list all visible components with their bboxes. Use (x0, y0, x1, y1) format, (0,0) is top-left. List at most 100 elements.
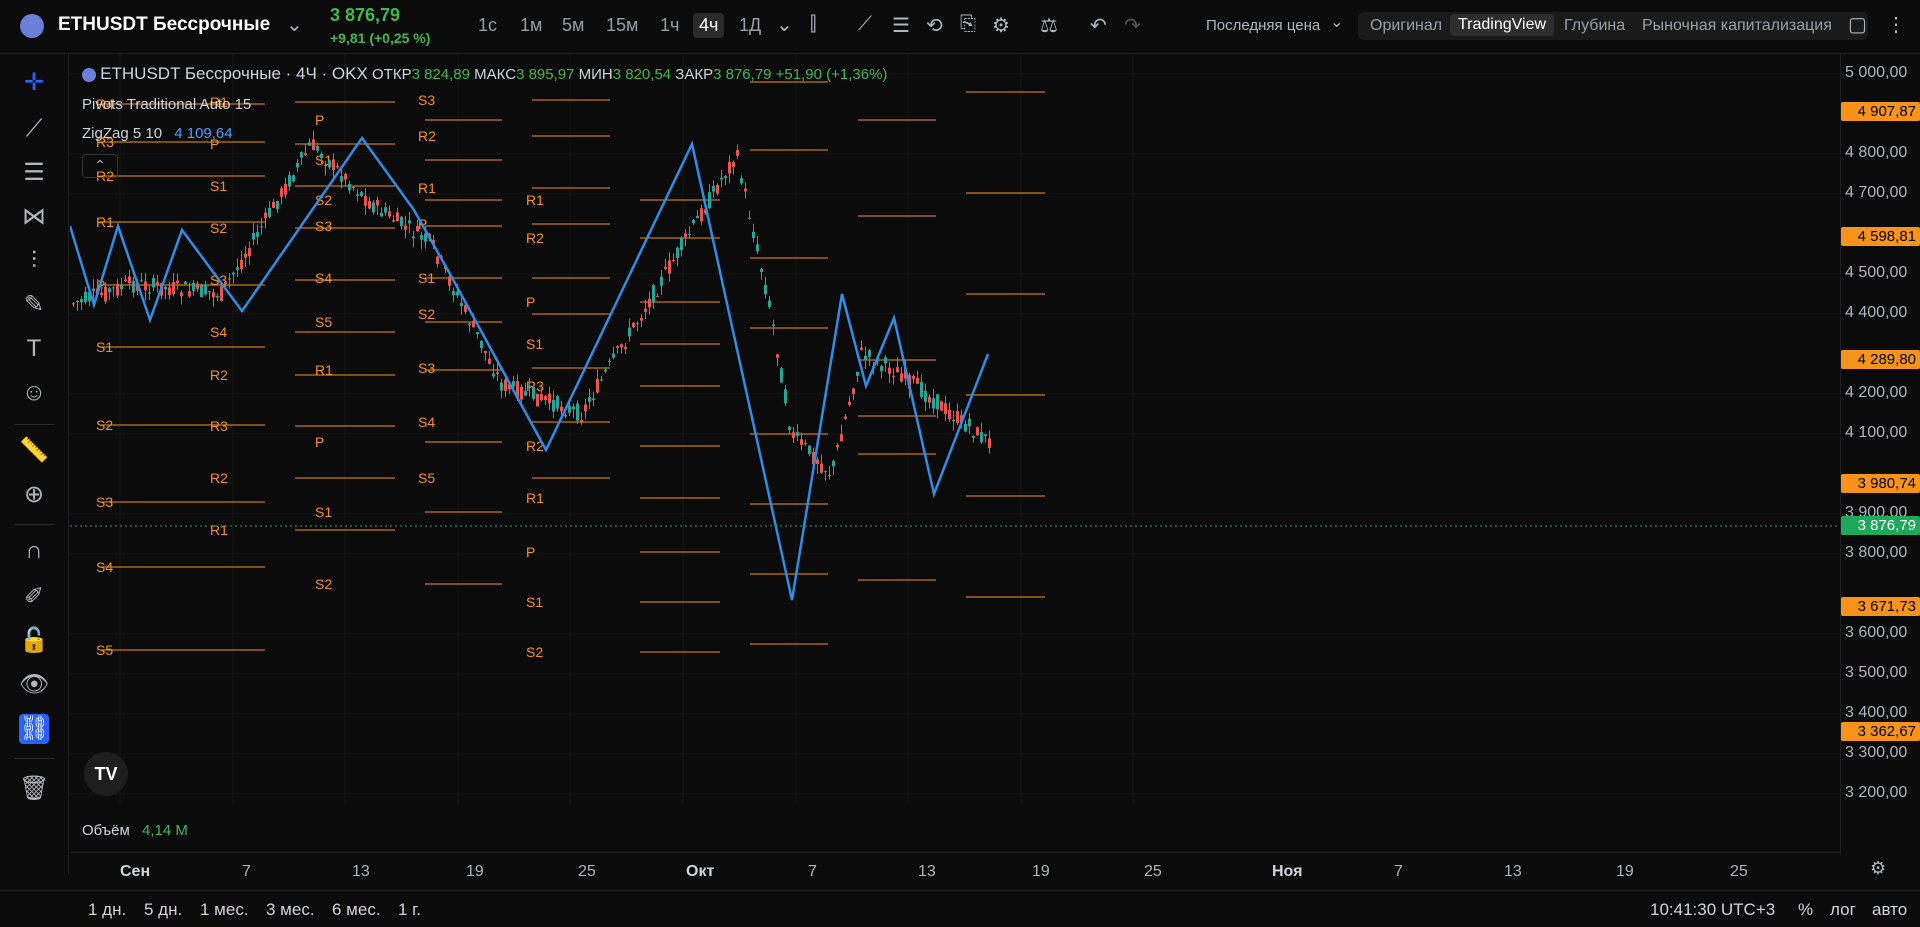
replay-icon[interactable]: ⟲ (926, 13, 943, 38)
candle-body (912, 375, 915, 379)
high-label: МАКС (474, 66, 517, 83)
range-1m[interactable]: 1 мес. (200, 900, 249, 920)
trash-icon[interactable]: 🗑 (19, 774, 49, 804)
candle-body (680, 238, 683, 251)
log-toggle[interactable]: лог (1830, 900, 1856, 920)
more-icon[interactable]: ⋮ (1886, 12, 1906, 37)
view-original[interactable]: Оригинал (1370, 17, 1442, 35)
chevron-down-icon[interactable]: ⌄ (776, 12, 793, 37)
candle-body (596, 379, 599, 393)
pivot-level-label: R1 (315, 362, 333, 378)
candle-body (844, 416, 847, 419)
candle-body (836, 445, 839, 448)
fib-icon[interactable]: ☰ (19, 158, 49, 188)
candle-body (396, 212, 399, 222)
candle-body (892, 376, 895, 378)
price-type-select[interactable]: Последняя цена (1206, 17, 1320, 34)
candle-body (564, 415, 567, 417)
time-label: Сен (120, 863, 151, 880)
edit-lock-icon[interactable]: ✐ (19, 582, 49, 612)
tf-1m[interactable]: 1м (514, 13, 548, 38)
candle-body (952, 419, 955, 422)
pivots-legend[interactable]: Pivots Traditional Auto 15 (82, 96, 251, 113)
settings-icon[interactable]: ⚙ (1870, 858, 1886, 879)
tf-4h[interactable]: 4ч (693, 13, 725, 38)
percent-toggle[interactable]: % (1798, 900, 1813, 920)
pattern-icon[interactable]: ⋈ (19, 202, 49, 232)
tf-15m[interactable]: 15м (600, 13, 644, 38)
candle-body (968, 418, 971, 427)
magnet-icon[interactable]: ∩ (19, 536, 49, 566)
chevron-down-icon[interactable]: ⌄ (1330, 12, 1343, 32)
candle-body (292, 175, 295, 182)
candle-body (720, 177, 723, 180)
eye-icon[interactable]: 👁 (19, 670, 49, 700)
last-price-badge: 3 876,79 (1841, 516, 1920, 535)
pivot-level-label: R3 (210, 418, 228, 434)
volume-legend[interactable]: Объём 4,14 M (82, 822, 188, 839)
range-1y[interactable]: 1 г. (398, 900, 421, 920)
clock[interactable]: 10:41:30 UTC+3 (1650, 900, 1775, 920)
candle-body (368, 201, 371, 209)
candle-body (336, 165, 339, 168)
candle-body (568, 405, 571, 413)
scale-icon[interactable]: ⚖ (1040, 13, 1058, 38)
ruler-icon[interactable]: 📏 (19, 436, 49, 466)
candle-body (932, 398, 935, 409)
candle-body (544, 396, 547, 401)
collapse-legend-button[interactable]: ⌃ (82, 154, 118, 178)
candle-body (616, 346, 619, 348)
tf-1s[interactable]: 1с (472, 13, 503, 38)
range-1d[interactable]: 1 дн. (88, 900, 126, 920)
lock-icon[interactable]: 🔓 (19, 626, 49, 656)
view-tradingview[interactable]: TradingView (1450, 14, 1555, 36)
candle-body (384, 207, 387, 213)
candle-body (580, 419, 583, 423)
candle-body (956, 411, 959, 423)
link-icon[interactable]: ⛓ (19, 714, 49, 744)
crosshair-icon[interactable]: ✛ (19, 68, 49, 98)
range-5d[interactable]: 5 дн. (144, 900, 182, 920)
candle-body (560, 406, 563, 412)
auto-toggle[interactable]: авто (1872, 900, 1907, 920)
candles-icon[interactable]: ⫿ (810, 13, 816, 36)
fullscreen-icon[interactable]: ▢ (1848, 12, 1867, 37)
tf-1h[interactable]: 1ч (654, 13, 685, 38)
view-depth[interactable]: Глубина (1564, 17, 1625, 35)
forecast-icon[interactable]: ⫶ (19, 246, 49, 276)
view-market-cap[interactable]: Рыночная капитализация (1642, 17, 1832, 35)
zigzag-legend[interactable]: ZigZag 5 10 4 109,64 (82, 125, 233, 142)
candle-body (168, 287, 171, 295)
range-3m[interactable]: 3 мес. (266, 900, 315, 920)
candle-body (636, 323, 639, 325)
trendline-icon[interactable]: ⟋ (19, 114, 49, 144)
emoji-icon[interactable]: ☺ (19, 378, 49, 408)
candle-body (928, 397, 931, 403)
zoom-in-icon[interactable]: ⊕ (19, 480, 49, 510)
candle-body (112, 287, 115, 289)
undo-icon[interactable]: ↶ (1090, 13, 1107, 38)
candle-body (664, 266, 667, 269)
indicators-icon[interactable]: ⟋ (858, 13, 872, 36)
range-6m[interactable]: 6 мес. (332, 900, 381, 920)
chevron-down-icon[interactable]: ⌄ (286, 12, 303, 37)
tf-5m[interactable]: 5м (556, 13, 590, 38)
list-icon[interactable]: ☰ (892, 13, 910, 38)
symbol-name[interactable]: ETHUSDT Бессрочные (58, 14, 270, 36)
candle-body (448, 276, 451, 286)
candle-body (192, 282, 195, 291)
candle-body (656, 295, 659, 297)
text-icon[interactable]: T (19, 334, 49, 364)
candle-body (228, 278, 231, 280)
gear-icon[interactable]: ⚙ (992, 13, 1010, 38)
tf-1d[interactable]: 1Д (733, 13, 767, 38)
chart-canvas[interactable]: R2R4R3R2R1PS1S2S3S4S5R1PS1S2S3S4R2R3R2R1… (70, 54, 1840, 804)
candle-body (808, 445, 811, 455)
candle-body (172, 281, 175, 294)
brush-icon[interactable]: ✎ (19, 290, 49, 320)
pivot-level-label: R2 (96, 54, 114, 56)
time-axis[interactable]: Сен 7 13 19 25 Окт 7 13 19 25 Ноя 7 13 1… (70, 852, 1840, 889)
alert-icon[interactable]: ⎘ (960, 13, 976, 36)
redo-icon[interactable]: ↷ (1124, 13, 1141, 38)
pivot-level-label: S5 (315, 314, 332, 330)
